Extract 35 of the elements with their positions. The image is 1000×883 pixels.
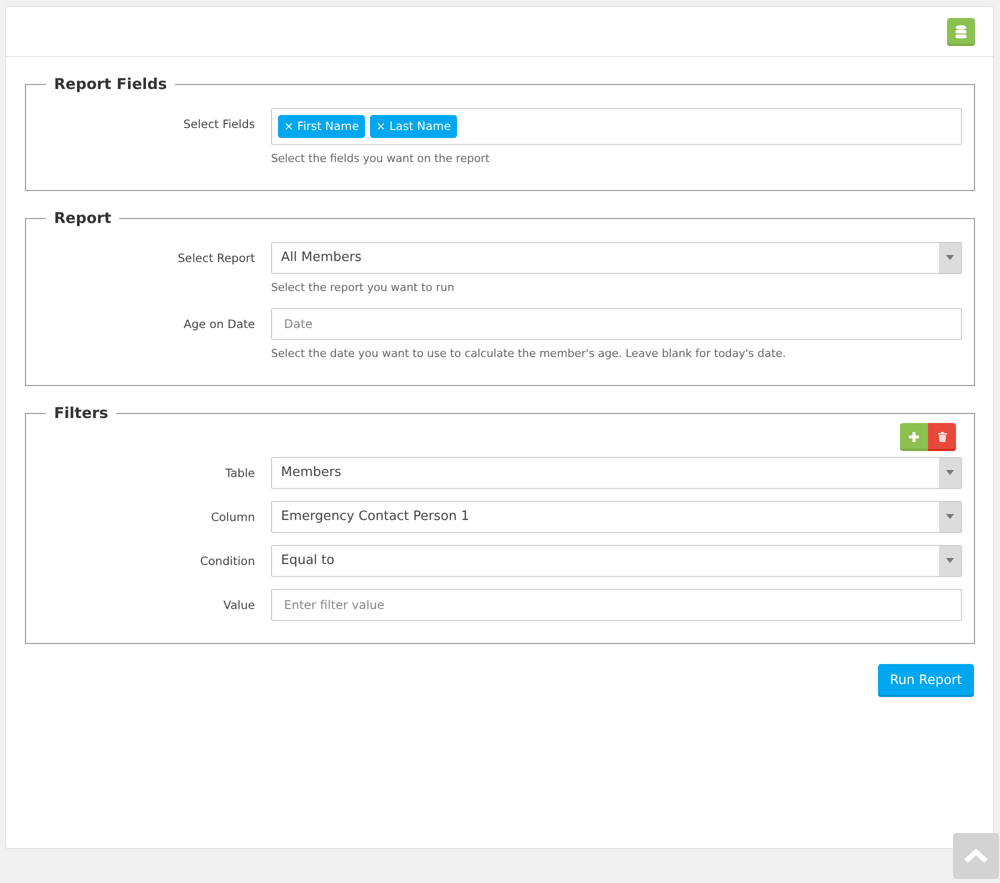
help-text: Select the fields you want on the report [271,151,491,167]
section-title: Filters [53,406,110,420]
field-label: Value [222,596,256,614]
text-input-field[interactable]: Enter filter value [271,588,962,620]
dropdown-value: All Members [280,248,362,267]
field-label: Select Fields [182,116,256,133]
dropdown-select[interactable]: Equal to [271,544,962,576]
dropdown-value: Members [280,464,342,482]
database-button[interactable] [947,18,975,46]
database-icon [955,24,967,38]
scroll-to-top-button[interactable] [953,833,999,879]
delete-button[interactable] [928,422,956,450]
dropdown-select[interactable]: All Members [271,242,962,274]
caret-icon [946,514,954,519]
dropdown-select[interactable]: Emergency Contact Person 1 [271,500,962,532]
text-input-field[interactable]: Date [271,308,962,340]
section-title: Report [53,210,112,226]
trash-icon [938,432,946,442]
plus-icon [909,432,919,442]
section-title: Report Fields [53,77,168,92]
chevron-up-icon [963,848,989,864]
dropdown-select[interactable]: Members [271,456,962,488]
help-text: Select the report you want to run [271,280,456,296]
field-label: Column [210,508,256,526]
help-text: Select the date you want to use to calculate the member's age. Leave blank for today's date. [271,346,787,362]
field-label: Table [224,464,256,482]
field-label: Select Report [176,250,256,266]
dropdown-value: Equal to [280,552,336,570]
add-button[interactable] [900,422,928,450]
field-label: Condition [199,552,256,570]
dropdown-value: Emergency Contact Person 1 [280,508,470,526]
caret-icon [946,470,954,475]
caret-icon [946,558,954,563]
field-label: Age on Date [182,316,256,333]
caret-icon [946,255,954,260]
